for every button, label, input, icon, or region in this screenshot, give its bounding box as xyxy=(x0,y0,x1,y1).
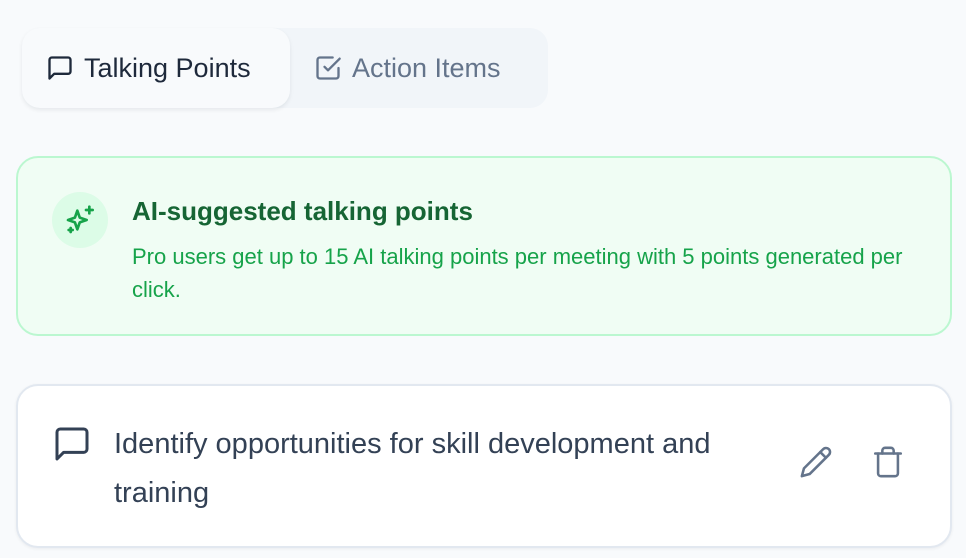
delete-button[interactable] xyxy=(868,444,908,484)
talking-points-page: Talking Points Action Items AI-suggested… xyxy=(0,0,966,558)
tab-label: Action Items xyxy=(352,52,501,83)
check-square-icon xyxy=(314,54,342,82)
pencil-icon xyxy=(799,445,833,484)
trash-icon xyxy=(871,445,905,484)
tab-talking-points[interactable]: Talking Points xyxy=(22,28,290,108)
banner-title: AI-suggested talking points xyxy=(132,196,473,226)
tab-bar: Talking Points Action Items xyxy=(22,28,548,108)
banner-description: Pro users get up to 15 AI talking points… xyxy=(132,244,903,302)
message-square-icon xyxy=(46,54,74,82)
talking-point-card: Identify opportunities for skill develop… xyxy=(16,384,952,548)
tab-label: Talking Points xyxy=(84,52,251,83)
tab-action-items[interactable]: Action Items xyxy=(290,28,525,108)
edit-button[interactable] xyxy=(796,444,836,484)
talking-point-text: Identify opportunities for skill develop… xyxy=(114,428,711,509)
ai-suggestion-banner: AI-suggested talking points Pro users ge… xyxy=(16,156,952,336)
message-square-icon xyxy=(52,424,92,464)
sparkles-icon xyxy=(52,192,108,248)
